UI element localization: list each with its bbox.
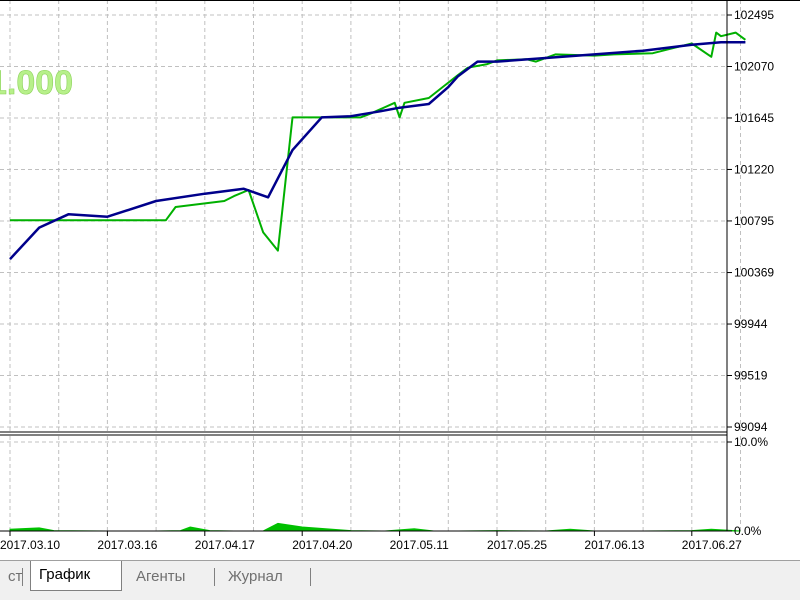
y-tick-label: 100369	[734, 266, 774, 280]
y-tick-label: 101220	[734, 163, 774, 177]
y-axis-ticks: 102495 102070 101645 101220 100795 100369 9994…	[727, 8, 774, 434]
tab-chart[interactable]: График	[30, 561, 122, 591]
tab-bar: ст График Агенты Журнал	[0, 560, 800, 600]
x-tick-label: 2017.06.13	[584, 538, 644, 552]
drawdown-tick-label: 0.0%	[734, 524, 762, 538]
y-tick-label: 102070	[734, 60, 774, 74]
x-tick-label: 2017.03.16	[97, 538, 157, 552]
x-tick-label: 2017.05.11	[390, 538, 449, 552]
tab-separator	[214, 568, 215, 586]
x-tick-label: 2017.04.17	[195, 538, 255, 552]
drawdown-tick-label: 10.0%	[734, 435, 768, 449]
y-tick-label: 101645	[734, 111, 774, 125]
x-tick-label: 2017.04.20	[292, 538, 352, 552]
y-tick-label: 99519	[734, 369, 768, 383]
y-tick-label: 100795	[734, 214, 774, 228]
x-tick-label: 2017.03.10	[0, 538, 60, 552]
tab-journal[interactable]: Журнал	[220, 564, 291, 590]
x-tick-label: 2017.06.27	[682, 538, 742, 552]
balance-value-label: 1.000	[0, 64, 73, 102]
tab-agents[interactable]: Агенты	[128, 564, 193, 590]
x-tick-label: 2017.05.25	[487, 538, 547, 552]
y-tick-label: 102495	[734, 8, 774, 22]
tab-separator	[22, 568, 23, 586]
y-tick-label: 99944	[734, 317, 768, 331]
tab-test[interactable]: ст	[0, 564, 30, 590]
chart: 1.000 102495 102070 101645 101220 100795 1003…	[0, 0, 800, 560]
y-tick-label: 99094	[734, 420, 768, 434]
tab-separator	[310, 568, 311, 586]
